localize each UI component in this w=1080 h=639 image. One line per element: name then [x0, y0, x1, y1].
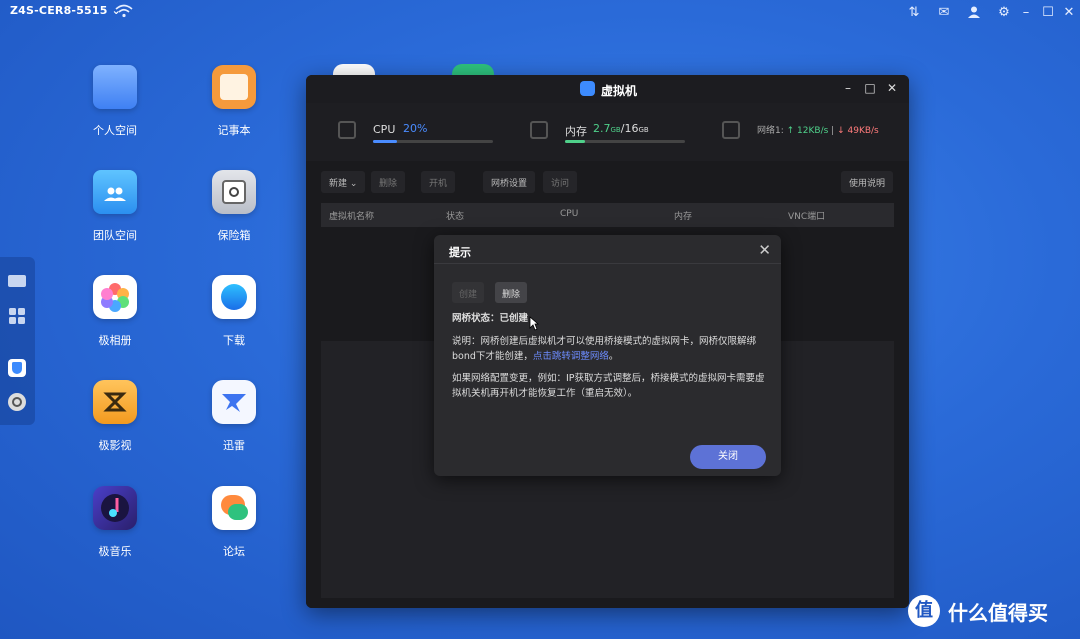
app-label: 极影视 [98, 439, 132, 452]
download-globe-icon [212, 275, 256, 319]
dialog-title: 提示 [449, 246, 471, 259]
window-close-icon[interactable]: ✕ [885, 81, 899, 95]
prompt-dialog: 提示 ✕ 创建 删除 网桥状态：已创建 说明：网桥创建后虚拟机才可以使用桥接模式… [434, 235, 781, 476]
app-label: 保险箱 [217, 229, 251, 242]
memory-bar [565, 140, 685, 143]
app-notepad[interactable]: 记事本 [189, 65, 279, 138]
app-photo-album[interactable]: 极相册 [70, 275, 160, 348]
dialog-note: 如果网络配置变更，例如：IP获取方式调整后，桥接模式的虚拟网卡需要虚拟机关机再开… [452, 373, 765, 399]
cpu-value: 20% [403, 122, 428, 135]
app-label: 下载 [223, 334, 245, 347]
dialog-close-button[interactable]: 关闭 [690, 445, 766, 469]
cpu-chip-icon [338, 121, 356, 139]
settings-gear-icon[interactable]: ⚙ [996, 4, 1012, 20]
message-icon[interactable]: ✉ [936, 4, 952, 20]
bridge-settings-button[interactable]: 网桥设置 [483, 171, 536, 193]
music-note-icon [93, 486, 137, 530]
app-xunlei[interactable]: 迅雷 [189, 380, 279, 453]
divider [434, 263, 781, 264]
window-titlebar[interactable]: 虚拟机 – □ ✕ [306, 75, 909, 103]
safe-dock-icon[interactable] [8, 393, 26, 411]
drive-icon[interactable] [8, 275, 26, 287]
help-button[interactable]: 使用说明 [841, 171, 894, 193]
minimize-icon[interactable]: – [1018, 4, 1034, 20]
watermark-logo: 值 什么值得买 [908, 595, 1048, 627]
adjust-network-link[interactable]: 点击跳转调整网络 [533, 351, 609, 362]
app-label: 个人空间 [93, 124, 137, 137]
forum-chat-icon [212, 486, 256, 530]
notepad-icon [212, 65, 256, 109]
memory-label: 内存 [565, 125, 587, 138]
close-icon[interactable]: ✕ [1061, 4, 1077, 20]
apps-grid-icon[interactable] [8, 307, 26, 325]
user-icon[interactable] [966, 4, 982, 20]
app-label: 记事本 [217, 124, 251, 137]
video-icon [93, 380, 137, 424]
app-label: 极音乐 [98, 545, 132, 558]
cpu-label: CPU [373, 123, 396, 136]
vm-shield-icon[interactable] [8, 359, 26, 377]
window-title: 虚拟机 [601, 84, 638, 98]
device-name: Z4S-CER8-5515 [10, 4, 108, 17]
app-team-space[interactable]: 团队空间 [70, 170, 160, 243]
app-label: 迅雷 [223, 439, 245, 452]
mouse-cursor-icon [529, 316, 539, 331]
app-personal-space[interactable]: 个人空间 [70, 65, 160, 138]
watermark-circle: 值 [908, 595, 940, 627]
vm-app-icon [580, 81, 595, 96]
create-bridge-button[interactable]: 创建 [452, 282, 485, 303]
visit-button[interactable]: 访问 [543, 171, 578, 193]
window-maximize-icon[interactable]: □ [863, 81, 877, 95]
memory-icon [530, 121, 548, 139]
side-dock [0, 257, 35, 425]
bridge-status: 网桥状态：已创建 [452, 313, 529, 324]
team-folder-icon [93, 170, 137, 214]
column-header[interactable]: 状态 [446, 209, 464, 222]
app-safe-box[interactable]: 保险箱 [189, 170, 279, 243]
column-header[interactable]: 内存 [674, 209, 692, 222]
app-video[interactable]: 极影视 [70, 380, 160, 453]
memory-value: 2.7GB/16GB [593, 122, 649, 135]
app-music[interactable]: 极音乐 [70, 486, 160, 559]
app-forum[interactable]: 论坛 [189, 486, 279, 559]
dialog-description: 说明：网桥创建后虚拟机才可以使用桥接模式的虚拟网卡，网桥仅限解绑bond下才能创… [452, 336, 757, 362]
photos-icon [93, 275, 137, 319]
app-label: 论坛 [223, 545, 245, 558]
delete-button[interactable]: 删除 [371, 171, 406, 193]
folder-icon [93, 65, 137, 109]
top-bar: Z4S-CER8-5515 ⌄ ⇅ ✉ ⚙ – ☐ ✕ [0, 0, 1080, 24]
app-label: 团队空间 [93, 229, 137, 242]
new-dropdown-button[interactable]: 新建 ⌄ [321, 171, 366, 193]
app-label: 极相册 [98, 334, 132, 347]
maximize-icon[interactable]: ☐ [1040, 4, 1056, 20]
xunlei-bird-icon [212, 380, 256, 424]
device-name-dropdown[interactable]: Z4S-CER8-5515 ⌄ [10, 4, 121, 17]
power-on-button[interactable]: 开机 [421, 171, 456, 193]
watermark-text: 什么值得买 [948, 600, 1048, 625]
column-header[interactable]: CPU [560, 209, 578, 219]
cpu-bar [373, 140, 493, 143]
column-header[interactable]: 虚拟机名称 [329, 209, 374, 222]
dialog-close-icon[interactable]: ✕ [758, 241, 771, 259]
network-icon [722, 121, 740, 139]
transfer-icon[interactable]: ⇅ [906, 4, 922, 20]
resource-stats: CPU 20% 内存 2.7GB/16GB 网络1: ↑ 12KB/s | ↓ … [306, 103, 909, 161]
safe-icon [212, 170, 256, 214]
app-download[interactable]: 下载 [189, 275, 279, 348]
delete-bridge-button[interactable]: 删除 [495, 282, 528, 303]
column-header[interactable]: VNC端口 [788, 209, 825, 222]
vm-table-header: 虚拟机名称 状态 CPU 内存 VNC端口 [321, 203, 894, 227]
wifi-icon[interactable] [115, 3, 133, 19]
window-minimize-icon[interactable]: – [841, 81, 855, 95]
network-stat: 网络1: ↑ 12KB/s | ↓ 49KB/s [757, 126, 879, 136]
